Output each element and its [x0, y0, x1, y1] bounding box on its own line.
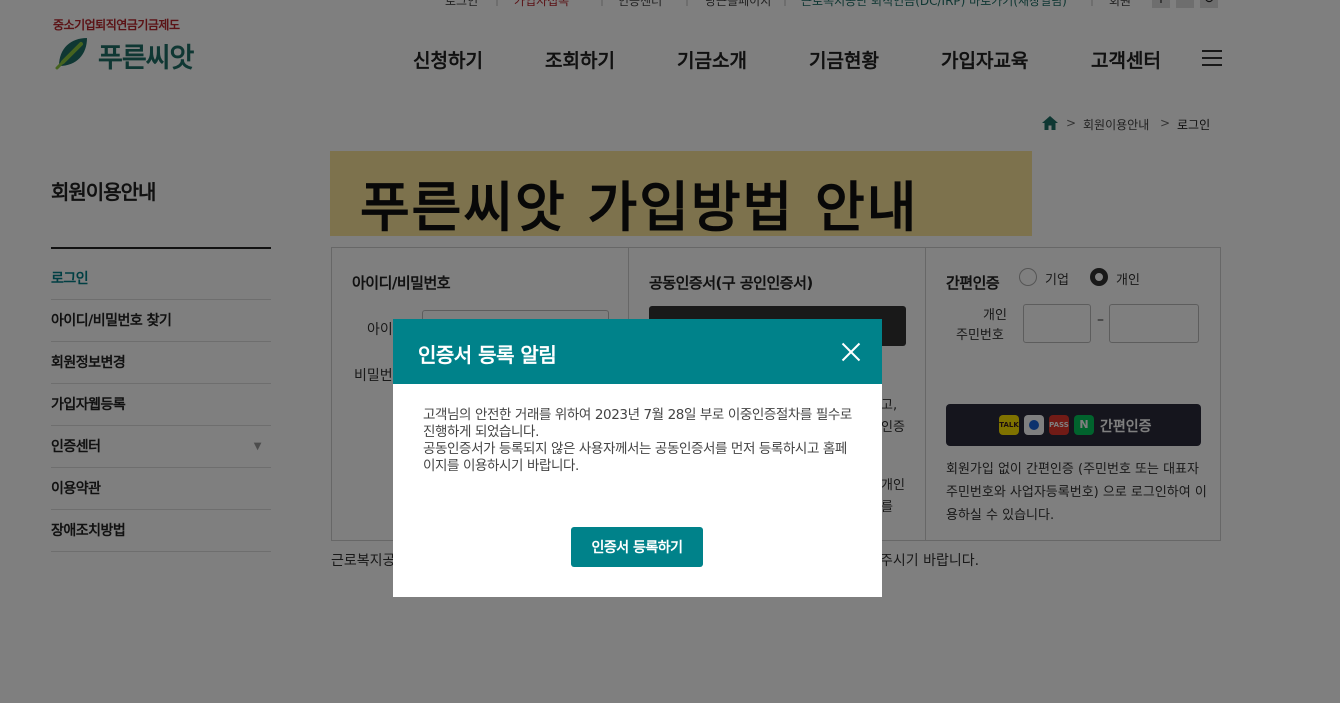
- close-icon[interactable]: [840, 341, 862, 363]
- modal-paragraph: 공동인증서가 등록되지 않은 사용자께서는 공동인증서를 먼저 등록하시고 홈페…: [423, 441, 847, 474]
- modal-header: 인증서 등록 알림: [393, 319, 882, 384]
- modal-paragraph: 고객님의 안전한 거래를 위하여 2023년 7월 28일 부로 이중인증절차를…: [423, 407, 852, 440]
- cert-register-modal: 인증서 등록 알림 고객님의 안전한 거래를 위하여 2023년 7월 28일 …: [393, 319, 882, 597]
- modal-body: 고객님의 안전한 거래를 위하여 2023년 7월 28일 부로 이중인증절차를…: [423, 407, 855, 475]
- modal-title: 인증서 등록 알림: [418, 343, 557, 367]
- register-cert-button[interactable]: 인증서 등록하기: [571, 527, 703, 567]
